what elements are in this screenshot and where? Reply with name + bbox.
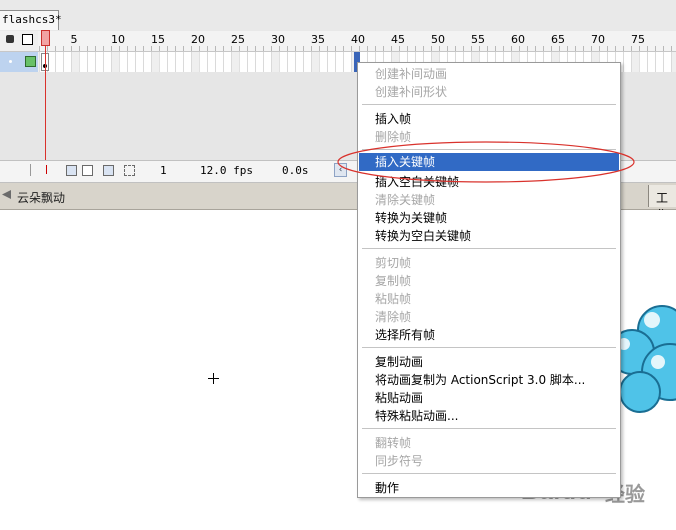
menu-item-convert-to-keyframes[interactable]: 转换为关键帧	[375, 209, 447, 227]
document-tab-strip	[0, 0, 676, 31]
menu-item-create-motion-tween[interactable]: 创建补间动画	[375, 65, 447, 83]
menu-item-convert-to-blank-keyframes[interactable]: 转换为空白关键帧	[375, 227, 471, 245]
menu-separator	[362, 347, 616, 348]
annotation-ellipse	[337, 141, 635, 183]
playhead-line	[45, 46, 46, 178]
modify-onion-markers-icon[interactable]	[124, 165, 135, 176]
ruler-tick: 35	[311, 33, 325, 46]
menu-item-clear-keyframe[interactable]: 清除关键帧	[375, 191, 435, 209]
menu-item-paste-frames[interactable]: 粘贴帧	[375, 290, 411, 308]
onion-skin-icon[interactable]	[66, 165, 77, 176]
ruler-tick: 20	[191, 33, 205, 46]
menu-item-copy-motion[interactable]: 复制动画	[375, 353, 423, 371]
ruler-tick: 70	[591, 33, 605, 46]
menu-item-select-all-frames[interactable]: 选择所有帧	[375, 326, 435, 344]
menu-item-paste-motion-special[interactable]: 特殊粘贴动画...	[375, 407, 458, 425]
menu-item-copy-frames[interactable]: 复制帧	[375, 272, 411, 290]
playhead[interactable]	[41, 30, 50, 46]
menu-item-clear-frames[interactable]: 清除帧	[375, 308, 411, 326]
ruler-tick: 75	[631, 33, 645, 46]
scene-name[interactable]: 云朵飘动	[17, 189, 65, 206]
menu-item-insert-frame[interactable]: 插入帧	[375, 110, 411, 128]
registration-crosshair-vertical	[213, 373, 214, 384]
frame-rate-readout: 12.0 fps	[200, 164, 253, 177]
document-tab-label: flashcs3*	[2, 13, 62, 26]
ruler-tick: 60	[511, 33, 525, 46]
menu-separator	[362, 428, 616, 429]
onion-skin-outlines-icon[interactable]	[82, 165, 93, 176]
menu-separator	[362, 248, 616, 249]
ruler-tick: 40	[351, 33, 365, 46]
center-frame-icon[interactable]	[46, 165, 53, 174]
layers-empty-area	[0, 72, 38, 160]
current-frame-readout: 1	[160, 164, 167, 177]
ruler-tick: 10	[111, 33, 125, 46]
menu-separator	[362, 473, 616, 474]
menu-item-reverse-frames[interactable]: 翻转帧	[375, 434, 411, 452]
menu-separator	[362, 104, 616, 105]
ruler-tick: 65	[551, 33, 565, 46]
menu-item-create-shape-tween[interactable]: 创建补间形状	[375, 83, 447, 101]
menu-item-synchronize-symbols[interactable]: 同步符号	[375, 452, 423, 470]
lock-icon[interactable]	[6, 35, 14, 43]
ruler-tick: 5	[70, 33, 78, 46]
menu-item-paste-motion[interactable]: 粘贴动画	[375, 389, 423, 407]
ruler-tick: 55	[471, 33, 485, 46]
layer-outline-color-icon[interactable]	[25, 56, 36, 67]
document-tab[interactable]: flashcs3*	[0, 10, 62, 30]
ruler-tick: 50	[431, 33, 445, 46]
divider	[30, 164, 31, 176]
outline-icon[interactable]	[22, 34, 33, 45]
menu-item-copy-motion-as-actionscript[interactable]: 将动画复制为 ActionScript 3.0 脚本...	[375, 371, 585, 389]
edit-multiple-frames-icon[interactable]	[103, 165, 114, 176]
ruler-tick: 15	[151, 33, 165, 46]
ruler-tick: 30	[271, 33, 285, 46]
elapsed-time-readout: 0.0s	[282, 164, 309, 177]
menu-item-cut-frames[interactable]: 剪切帧	[375, 254, 411, 272]
visibility-dot-icon[interactable]	[9, 60, 12, 63]
ruler-tick: 45	[391, 33, 405, 46]
ruler-tick: 25	[231, 33, 245, 46]
menu-item-actions[interactable]: 動作	[375, 479, 399, 497]
